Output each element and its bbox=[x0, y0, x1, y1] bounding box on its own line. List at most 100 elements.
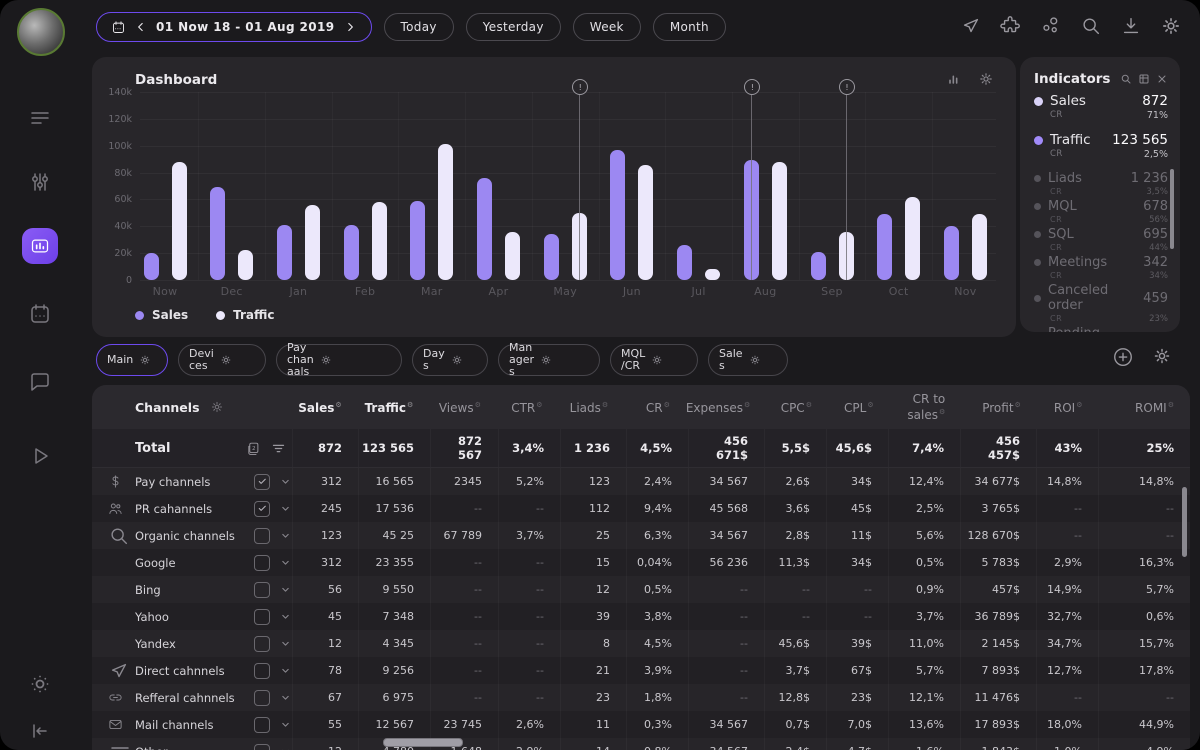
bar-sales-sep[interactable] bbox=[811, 252, 826, 280]
collapse-icon[interactable] bbox=[28, 719, 52, 743]
table-row-refferal-cahnnels[interactable]: Refferal cahnnels676 975----231,8%--12,8… bbox=[92, 684, 1190, 711]
filter-chip-mqlcr[interactable]: MQL /CR bbox=[610, 344, 698, 376]
bar-sales-feb[interactable] bbox=[344, 225, 359, 280]
chevron-down-icon[interactable] bbox=[279, 556, 292, 569]
chevron-down-icon[interactable] bbox=[279, 718, 292, 731]
row-checkbox[interactable] bbox=[254, 501, 270, 517]
column-header-cpl[interactable]: CPL⚙ bbox=[828, 399, 890, 415]
annotation-marker-icon[interactable]: ! bbox=[839, 79, 855, 95]
play-icon[interactable] bbox=[28, 444, 52, 468]
bar-sales-jul[interactable] bbox=[677, 245, 692, 280]
column-header-channels[interactable]: Channels bbox=[92, 400, 292, 415]
bar-sales-mar[interactable] bbox=[410, 201, 425, 280]
search-icon[interactable] bbox=[1080, 15, 1102, 37]
puzzle-icon[interactable] bbox=[1000, 15, 1022, 37]
table-row-yahoo[interactable]: Yahoo457 348----393,8%------3,7%36 789$3… bbox=[92, 603, 1190, 630]
row-checkbox[interactable] bbox=[254, 663, 270, 679]
indicator-item-liads[interactable]: Liads1 236CR3,5% bbox=[1034, 171, 1168, 197]
row-checkbox[interactable] bbox=[254, 582, 270, 598]
filter-chip-days[interactable]: Day s bbox=[412, 344, 488, 376]
bar-sales-now[interactable] bbox=[144, 253, 159, 280]
indicator-item-sales[interactable]: Sales872CR71% bbox=[1034, 93, 1168, 121]
column-header-liads[interactable]: Liads⚙ bbox=[559, 399, 625, 415]
column-header-cr-to-sales[interactable]: CR to sales⚙ bbox=[890, 393, 962, 422]
bar-traffic-aug[interactable] bbox=[772, 162, 787, 280]
legend-item-traffic[interactable]: Traffic bbox=[216, 308, 274, 322]
chevron-down-icon[interactable] bbox=[279, 475, 292, 488]
send-icon[interactable] bbox=[960, 15, 982, 37]
row-checkbox[interactable] bbox=[254, 690, 270, 706]
bar-sales-jan[interactable] bbox=[277, 225, 292, 280]
column-header-sales[interactable]: Sales⚙ bbox=[292, 399, 358, 415]
bar-traffic-apr[interactable] bbox=[505, 232, 520, 280]
indicator-item-meetings[interactable]: Meetings342CR34% bbox=[1034, 255, 1168, 281]
bar-sales-may[interactable] bbox=[544, 234, 559, 280]
column-header-expenses[interactable]: Expenses⚙ bbox=[686, 399, 766, 415]
column-header-cr[interactable]: CR⚙ bbox=[624, 399, 686, 415]
column-header-traffic[interactable]: Traffic⚙ bbox=[358, 399, 430, 415]
indicator-item-traffic[interactable]: Traffic123 565CR2,5% bbox=[1034, 132, 1168, 160]
chart-settings-gear-icon[interactable] bbox=[978, 71, 994, 87]
close-icon[interactable] bbox=[1156, 73, 1168, 85]
indicators-scrollbar[interactable] bbox=[1170, 169, 1174, 249]
bar-traffic-jul[interactable] bbox=[705, 269, 720, 280]
menu-icon[interactable] bbox=[28, 105, 52, 129]
row-checkbox[interactable] bbox=[254, 744, 270, 750]
filter-chip-paychanaals[interactable]: Pay chan aals bbox=[276, 344, 402, 376]
bar-sales-nov[interactable] bbox=[944, 226, 959, 280]
date-range-picker[interactable]: 01 Now 18 - 01 Aug 2019 bbox=[96, 12, 372, 42]
indicator-item-mql[interactable]: MQL678CR56% bbox=[1034, 199, 1168, 225]
user-avatar[interactable] bbox=[17, 8, 65, 56]
calendar-icon[interactable] bbox=[28, 302, 52, 326]
download-icon[interactable] bbox=[1120, 15, 1142, 37]
chevron-left-icon[interactable] bbox=[134, 20, 148, 34]
column-header-views[interactable]: Views⚙ bbox=[429, 399, 497, 415]
add-filter-button[interactable] bbox=[1112, 346, 1134, 368]
table-row-other[interactable]: Other124 7801 6482,9%140,8%34 5672,4$4,7… bbox=[92, 738, 1190, 750]
chat-icon[interactable] bbox=[28, 370, 52, 394]
bar-sales-dec[interactable] bbox=[210, 187, 225, 280]
column-header-roi[interactable]: ROI⚙ bbox=[1037, 399, 1099, 415]
bar-traffic-jan[interactable] bbox=[305, 205, 320, 280]
column-header-profit[interactable]: Profit⚙ bbox=[961, 399, 1037, 415]
bar-traffic-feb[interactable] bbox=[372, 202, 387, 280]
chevron-down-icon[interactable] bbox=[279, 583, 292, 596]
filter-chip-main[interactable]: Main bbox=[96, 344, 168, 376]
indicator-item-sql[interactable]: SQL695CR44% bbox=[1034, 227, 1168, 253]
today-button[interactable]: Today bbox=[384, 13, 454, 41]
sliders-icon[interactable] bbox=[28, 170, 52, 194]
doc2-icon[interactable]: 2 bbox=[246, 441, 261, 456]
table-row-total[interactable]: Total2872123 565872 5673,4%1 2364,5%456 … bbox=[92, 429, 1190, 468]
filter-chip-sales[interactable]: Sale s bbox=[708, 344, 788, 376]
filter-chip-devices[interactable]: Devi ces bbox=[178, 344, 266, 376]
chevron-down-icon[interactable] bbox=[279, 610, 292, 623]
row-checkbox[interactable] bbox=[254, 528, 270, 544]
yesterday-button[interactable]: Yesterday bbox=[466, 13, 561, 41]
row-checkbox[interactable] bbox=[254, 636, 270, 652]
row-checkbox[interactable] bbox=[254, 555, 270, 571]
search-icon[interactable] bbox=[1120, 73, 1132, 85]
bar-traffic-dec[interactable] bbox=[238, 250, 253, 280]
filters-settings-gear-icon[interactable] bbox=[1152, 346, 1172, 368]
table-horizontal-scrollbar[interactable] bbox=[383, 738, 463, 747]
row-checkbox[interactable] bbox=[254, 717, 270, 733]
table-row-bing[interactable]: Bing569 550----120,5%------0,9%457$14,9%… bbox=[92, 576, 1190, 603]
brightness-icon[interactable] bbox=[28, 672, 52, 696]
table-row-mail-channels[interactable]: Mail channels5512 56723 7452,6%110,3%34 … bbox=[92, 711, 1190, 738]
legend-item-sales[interactable]: Sales bbox=[135, 308, 188, 322]
bar-traffic-oct[interactable] bbox=[905, 197, 920, 280]
bar-sales-oct[interactable] bbox=[877, 214, 892, 280]
chart-type-icon[interactable] bbox=[946, 71, 962, 87]
table-row-pr-cahannels[interactable]: PR cahannels24517 536----1129,4%45 5683,… bbox=[92, 495, 1190, 522]
bar-traffic-nov[interactable] bbox=[972, 214, 987, 280]
bar-traffic-jun[interactable] bbox=[638, 165, 653, 280]
column-header-cpc[interactable]: CPC⚙ bbox=[766, 399, 828, 415]
chevron-down-icon[interactable] bbox=[279, 745, 292, 750]
table-row-organic-channels[interactable]: Organic channels12345 2567 7893,7%256,3%… bbox=[92, 522, 1190, 549]
chevron-down-icon[interactable] bbox=[279, 502, 292, 515]
table-row-yandex[interactable]: Yandex124 345----84,5%--45,6$39$11,0%2 1… bbox=[92, 630, 1190, 657]
chevron-down-icon[interactable] bbox=[279, 637, 292, 650]
indicator-item-pending-order[interactable]: Pending order342 bbox=[1034, 326, 1168, 332]
row-checkbox[interactable] bbox=[254, 474, 270, 490]
month-button[interactable]: Month bbox=[653, 13, 726, 41]
